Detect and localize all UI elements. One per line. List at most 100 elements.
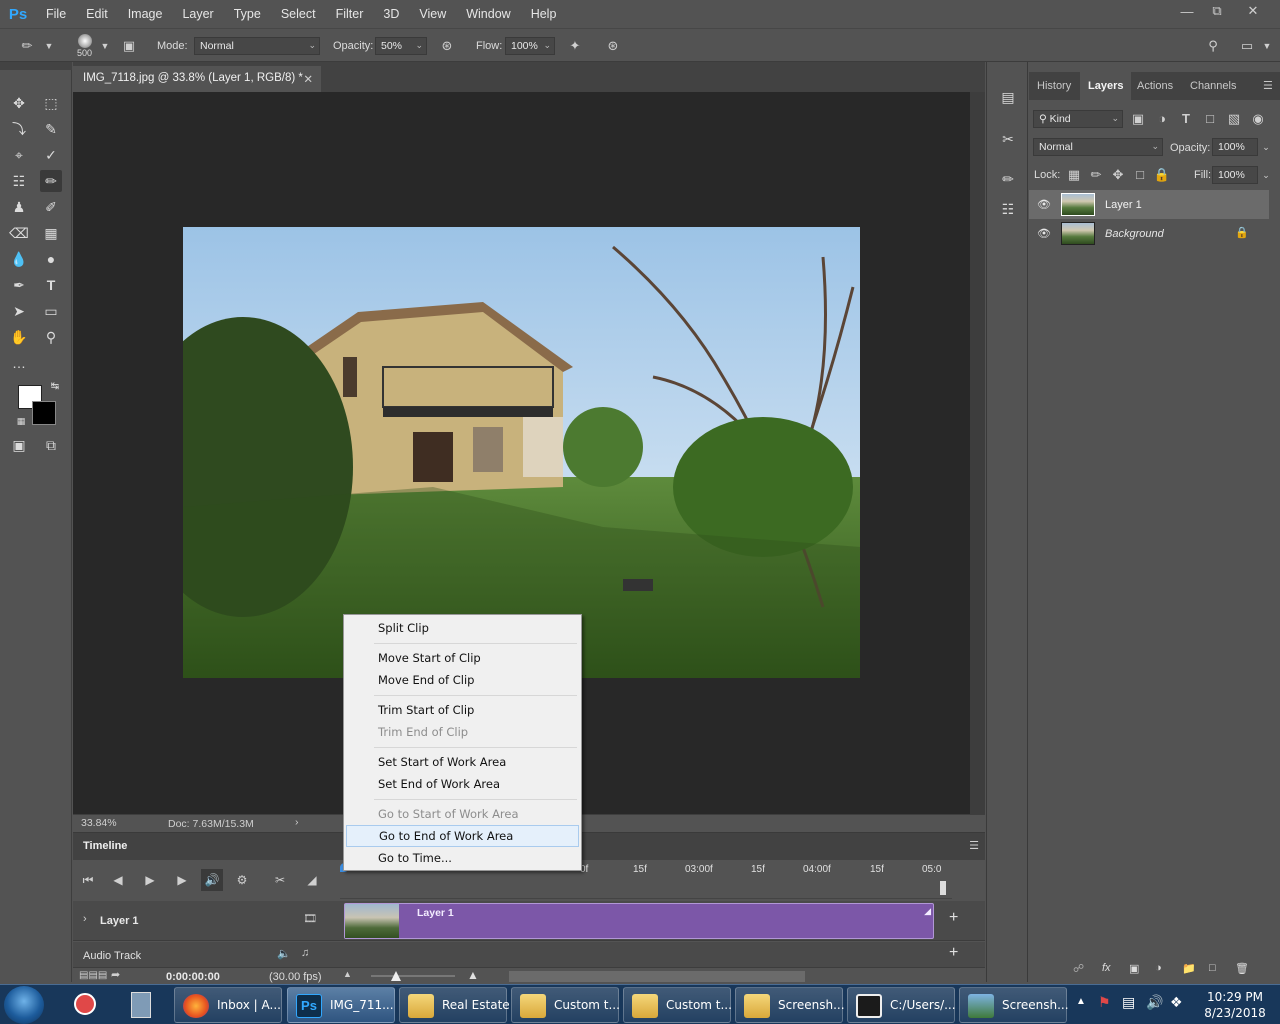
tab-layers[interactable]: Layers: [1080, 72, 1132, 100]
pressure-opacity-icon[interactable]: ⊛: [438, 37, 456, 55]
eraser-tool-icon[interactable]: ⌫: [8, 222, 30, 244]
menu-item-move-end-of-clip[interactable]: Move End of Clip: [346, 669, 579, 691]
background-color-swatch[interactable]: [32, 401, 56, 425]
dropbox-icon[interactable]: ❖: [1170, 994, 1183, 1011]
history-brush-tool-icon[interactable]: ✐: [40, 196, 62, 218]
adjustments-icon[interactable]: ☷: [997, 198, 1019, 220]
add-audio-icon[interactable]: +: [949, 944, 958, 962]
eye-icon[interactable]: 👁: [1037, 198, 1051, 211]
tab-channels[interactable]: Channels: [1182, 72, 1244, 100]
taskbar-app-photoshop[interactable]: Ps IMG_711...: [287, 987, 395, 1023]
filter-pixel-icon[interactable]: ▣: [1129, 110, 1147, 128]
lasso-tool-icon[interactable]: ⤵: [8, 118, 30, 140]
brush-dropdown-icon[interactable]: ▼: [96, 37, 114, 55]
pen-tool-icon[interactable]: ✒: [8, 274, 30, 296]
status-expand-icon[interactable]: ›: [295, 816, 299, 828]
render-video-icon[interactable]: ➦: [111, 968, 120, 981]
crop-tool-icon[interactable]: ⌖: [8, 144, 30, 166]
calculator-icon[interactable]: [116, 987, 166, 1023]
vertical-scrollbar[interactable]: [970, 92, 985, 814]
taskbar-app-firefox[interactable]: Inbox | A...: [174, 987, 282, 1023]
pressure-size-icon[interactable]: ⊛: [604, 37, 622, 55]
layer-opacity-input[interactable]: 100%: [1212, 138, 1258, 156]
delete-layer-icon[interactable]: 🗑: [1235, 962, 1249, 975]
minimize-icon[interactable]: —: [1170, 0, 1204, 22]
brush-tool-icon[interactable]: ✏: [40, 170, 62, 192]
clip-transition-icon[interactable]: ◢: [924, 906, 931, 917]
quick-selection-tool-icon[interactable]: ✎: [40, 118, 62, 140]
zoom-in-icon[interactable]: ▲: [467, 968, 479, 982]
new-adjustment-icon[interactable]: ◑: [1155, 962, 1162, 974]
add-mask-icon[interactable]: ▣: [1129, 962, 1139, 975]
eye-icon[interactable]: 👁: [1037, 227, 1051, 240]
workspace-icon[interactable]: ▭: [1238, 37, 1256, 55]
swap-colors-icon[interactable]: ↹: [44, 376, 66, 398]
film-strip-icon[interactable]: 🎞: [303, 912, 317, 925]
network-icon[interactable]: ▤: [1122, 994, 1135, 1011]
search-icon[interactable]: ⚲: [1204, 37, 1222, 55]
flow-input[interactable]: 100% ⌄: [505, 37, 555, 55]
go-to-first-frame-icon[interactable]: ⏮: [77, 869, 99, 891]
start-button[interactable]: [4, 986, 44, 1024]
document-tab[interactable]: IMG_7118.jpg @ 33.8% (Layer 1, RGB/8) * …: [73, 66, 321, 92]
play-icon[interactable]: ▶: [139, 869, 161, 891]
close-icon[interactable]: ✕: [1236, 0, 1270, 22]
menu-select[interactable]: Select: [271, 0, 326, 28]
menu-layer[interactable]: Layer: [172, 0, 223, 28]
blur-tool-icon[interactable]: 💧: [8, 248, 30, 270]
menu-item-go-to-time[interactable]: Go to Time...: [346, 847, 579, 869]
marquee-tool-icon[interactable]: ⬚: [40, 92, 62, 114]
volume-icon[interactable]: 🔊: [1146, 994, 1163, 1011]
filter-type-icon[interactable]: T: [1177, 110, 1195, 128]
filter-toggle-icon[interactable]: ◉: [1249, 110, 1267, 128]
tray-expand-icon[interactable]: ▲: [1076, 996, 1086, 1007]
menu-window[interactable]: Window: [456, 0, 520, 28]
track-expand-icon[interactable]: ›: [83, 913, 87, 925]
next-frame-icon[interactable]: ▶: [171, 869, 193, 891]
zoom-out-icon[interactable]: ▲: [343, 969, 352, 979]
dodge-tool-icon[interactable]: ●: [40, 248, 62, 270]
menu-item-go-to-end-of-work-area[interactable]: Go to End of Work Area: [346, 825, 579, 847]
add-media-icon[interactable]: +: [949, 909, 958, 927]
workspace-dropdown-icon[interactable]: ▼: [1258, 37, 1276, 55]
zoom-level[interactable]: 33.84%: [81, 817, 117, 829]
rectangle-tool-icon[interactable]: ▭: [40, 300, 62, 322]
snipping-tool-icon[interactable]: [60, 987, 110, 1023]
taskbar-app-folder[interactable]: Custom t...: [511, 987, 620, 1023]
menu-item-set-end-of-work-area[interactable]: Set End of Work Area: [346, 773, 579, 795]
filter-shape-icon[interactable]: □: [1201, 110, 1219, 128]
menu-item-set-start-of-work-area[interactable]: Set Start of Work Area: [346, 751, 579, 773]
brush-settings-icon[interactable]: ✂: [997, 128, 1019, 150]
close-tab-icon[interactable]: ✕: [303, 72, 313, 86]
taskbar-app-console[interactable]: C:/Users/...: [847, 987, 956, 1023]
menu-help[interactable]: Help: [521, 0, 567, 28]
clone-stamp-tool-icon[interactable]: ♟: [8, 196, 30, 218]
menu-item-move-start-of-clip[interactable]: Move Start of Clip: [346, 647, 579, 669]
blend-mode-select[interactable]: Normal ⌄: [1033, 138, 1163, 156]
lock-transparent-icon[interactable]: ▦: [1065, 166, 1083, 184]
mode-select[interactable]: Normal ⌄: [194, 37, 320, 55]
previous-frame-icon[interactable]: ◀: [107, 869, 129, 891]
menu-item-split-clip[interactable]: Split Clip: [346, 617, 579, 639]
history-panel-icon[interactable]: ▤: [997, 86, 1019, 108]
more-tools-icon[interactable]: …: [8, 352, 30, 374]
screen-mode-icon[interactable]: ⧉: [40, 434, 62, 456]
fill-input[interactable]: 100%: [1212, 166, 1258, 184]
taskbar-app-folder[interactable]: Screensh...: [735, 987, 845, 1023]
new-layer-icon[interactable]: □: [1209, 962, 1216, 974]
menu-type[interactable]: Type: [224, 0, 271, 28]
menu-view[interactable]: View: [409, 0, 456, 28]
tool-preset-dropdown-icon[interactable]: ▼: [40, 37, 58, 55]
audio-icon[interactable]: 🔊: [201, 869, 223, 891]
taskbar-app-folder[interactable]: Real Estate: [399, 987, 510, 1023]
menu-file[interactable]: File: [36, 0, 76, 28]
taskbar-app-folder[interactable]: Custom t...: [623, 987, 732, 1023]
hand-tool-icon[interactable]: ✋: [8, 326, 30, 348]
chevron-down-icon[interactable]: ⌄: [1257, 166, 1275, 184]
menu-3d[interactable]: 3D: [373, 0, 409, 28]
lock-image-icon[interactable]: ✏: [1087, 166, 1105, 184]
lock-artboard-icon[interactable]: □: [1131, 166, 1149, 184]
document-image[interactable]: [183, 227, 860, 678]
layer-row[interactable]: 👁 Layer 1: [1029, 190, 1269, 219]
menu-image[interactable]: Image: [118, 0, 173, 28]
